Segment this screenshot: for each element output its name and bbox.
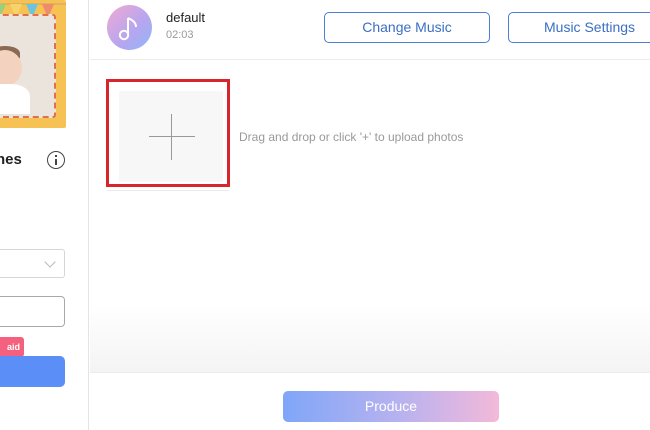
upload-hint: Drag and drop or click '+' to upload pho… [239, 130, 464, 144]
upload-photo-button[interactable] [119, 91, 223, 182]
plus-icon [149, 136, 195, 137]
paid-badge: aid [0, 337, 24, 357]
produce-button[interactable]: Produce [283, 391, 499, 422]
theme-title: hes [0, 151, 22, 168]
sidebar-text-input[interactable] [0, 296, 65, 327]
app-root: hes aid default 02:03 Change Music Music… [0, 0, 650, 430]
sidebar-select[interactable] [0, 249, 65, 278]
music-avatar [107, 5, 152, 50]
template-thumbnail[interactable] [0, 0, 66, 128]
sidebar: hes aid [0, 0, 89, 430]
upload-slot-highlight [106, 79, 230, 187]
chevron-down-icon [44, 256, 56, 268]
music-duration: 02:03 [166, 29, 194, 41]
plus-icon-vertical [171, 114, 172, 160]
music-note-icon [118, 17, 137, 41]
info-icon[interactable] [47, 151, 65, 169]
music-name: default [166, 10, 206, 25]
change-music-button[interactable]: Change Music [324, 12, 490, 43]
music-settings-button[interactable]: Music Settings [508, 12, 650, 43]
tile-shadow [107, 190, 229, 191]
sidebar-primary-button[interactable] [0, 356, 65, 387]
photo-subject-body [0, 84, 30, 114]
